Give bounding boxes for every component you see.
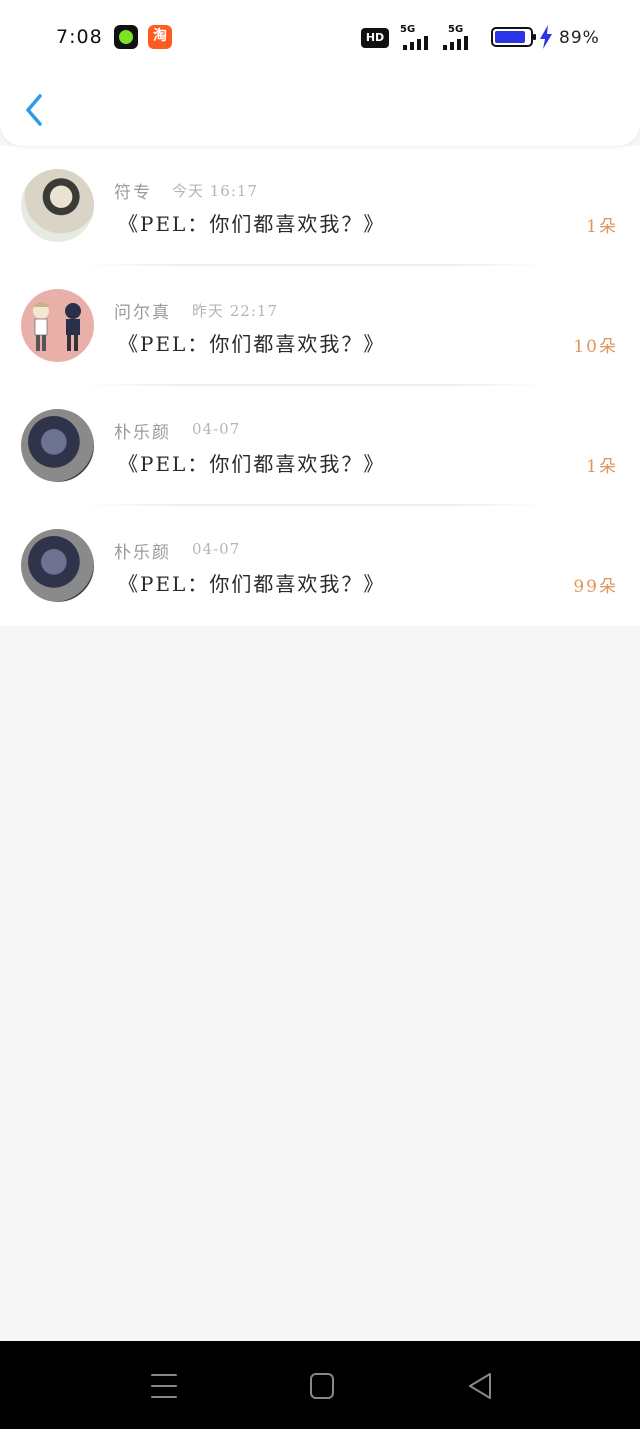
flower-count: 10朵 bbox=[573, 337, 618, 357]
back-triangle-icon[interactable] bbox=[460, 1369, 500, 1403]
status-time: 7:08 bbox=[56, 26, 103, 48]
book-title: 《PEL：你们都喜欢我？》 bbox=[118, 452, 386, 476]
avatar[interactable] bbox=[21, 529, 94, 602]
nav-bar bbox=[0, 76, 640, 146]
system-navigation-bar bbox=[0, 1341, 640, 1429]
header-card: 7:08 淘 HD 5G 5G 89% bbox=[0, 0, 640, 146]
book-title: 《PEL：你们都喜欢我？》 bbox=[118, 212, 386, 236]
avatar[interactable] bbox=[21, 409, 94, 482]
battery-percent: 89% bbox=[559, 28, 600, 48]
back-button[interactable] bbox=[18, 90, 52, 130]
list-item[interactable]: 符专 今天 16:17 《PEL：你们都喜欢我？》 1朵 bbox=[0, 146, 640, 266]
sender-name: 朴乐颜 bbox=[114, 543, 171, 563]
app-notification-icon bbox=[114, 25, 138, 49]
timestamp: 昨天 22:17 bbox=[192, 302, 278, 320]
sender-name: 符专 bbox=[114, 183, 152, 203]
book-title: 《PEL：你们都喜欢我？》 bbox=[118, 572, 386, 596]
flower-count: 1朵 bbox=[586, 457, 618, 477]
charging-bolt-icon bbox=[540, 25, 552, 49]
taobao-notification-icon: 淘 bbox=[148, 25, 172, 49]
avatar[interactable] bbox=[21, 169, 94, 242]
home-square-icon[interactable] bbox=[302, 1369, 342, 1403]
timestamp: 今天 16:17 bbox=[172, 182, 258, 200]
network-type-label: 5G bbox=[448, 24, 464, 35]
menu-icon[interactable] bbox=[144, 1369, 184, 1403]
timestamp: 04-07 bbox=[192, 420, 241, 438]
hd-voice-icon: HD bbox=[361, 28, 389, 48]
avatar[interactable] bbox=[21, 289, 94, 362]
timestamp: 04-07 bbox=[192, 540, 241, 558]
list-item[interactable]: 朴乐颜 04-07 《PEL：你们都喜欢我？》 1朵 bbox=[0, 386, 640, 506]
list-item[interactable]: 朴乐颜 04-07 《PEL：你们都喜欢我？》 99朵 bbox=[0, 506, 640, 626]
flower-count: 1朵 bbox=[586, 217, 618, 237]
screen: 7:08 淘 HD 5G 5G 89% 符专 今天 16:17 《PEL：你们都… bbox=[0, 0, 640, 1429]
battery-icon bbox=[491, 27, 536, 47]
sender-name: 朴乐颜 bbox=[114, 423, 171, 443]
book-title: 《PEL：你们都喜欢我？》 bbox=[118, 332, 386, 356]
sender-name: 问尔真 bbox=[114, 303, 171, 323]
network-type-label: 5G bbox=[400, 24, 416, 35]
list-item[interactable]: 问尔真 昨天 22:17 《PEL：你们都喜欢我？》 10朵 bbox=[0, 266, 640, 386]
battery-level-fill bbox=[495, 31, 525, 43]
status-bar: 7:08 淘 HD 5G 5G 89% bbox=[0, 0, 640, 76]
gift-list: 符专 今天 16:17 《PEL：你们都喜欢我？》 1朵 问尔真 昨天 22:1… bbox=[0, 146, 640, 626]
flower-count: 99朵 bbox=[573, 577, 618, 597]
